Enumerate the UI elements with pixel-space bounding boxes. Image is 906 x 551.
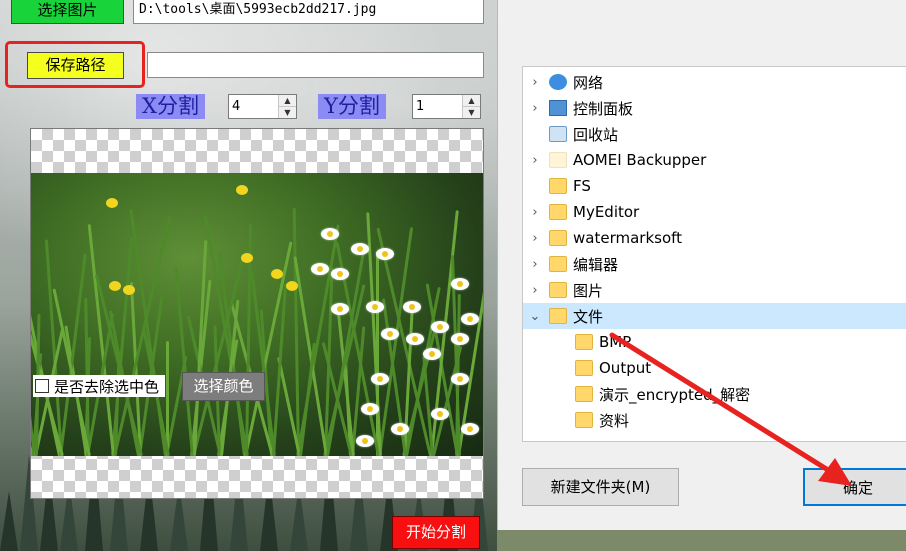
arrow-head: [818, 458, 852, 486]
annotation-arrow: [609, 332, 852, 486]
arrow-shaft: [609, 332, 839, 478]
